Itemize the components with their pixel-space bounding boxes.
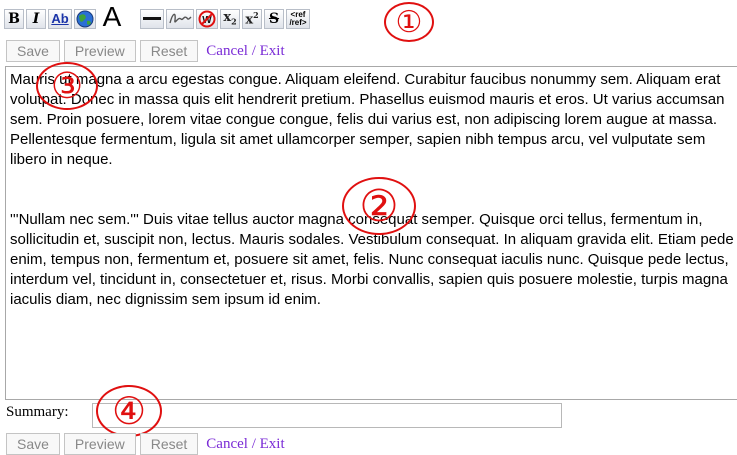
summary-input[interactable] [92, 403, 562, 428]
external-link-button[interactable] [74, 4, 96, 30]
preview-button[interactable]: Preview [63, 40, 136, 62]
subscript-button[interactable]: x2 [220, 4, 240, 30]
strikethrough-button[interactable]: S [264, 4, 284, 30]
signature-button[interactable] [166, 4, 194, 30]
superscript-button[interactable]: x2 [242, 4, 262, 30]
reset-button[interactable]: Reset [139, 40, 199, 62]
signature-icon [166, 8, 194, 29]
external-link-globe-icon [74, 8, 96, 29]
callout-1: ① [384, 2, 434, 42]
reset-button-bottom[interactable]: Reset [139, 433, 199, 455]
callout-4: ④ [96, 385, 162, 437]
nowiki-button[interactable]: W [196, 4, 218, 30]
svg-text:W: W [202, 15, 212, 26]
strikethrough-icon: S [264, 8, 284, 29]
bold-button[interactable]: B [4, 4, 24, 30]
top-action-bar: Save Preview Reset Cancel / Exit [6, 40, 285, 62]
editor-paragraph-1: Mauris ut magna a arcu egestas congue. A… [10, 71, 725, 168]
horizontal-rule-button[interactable] [140, 4, 164, 30]
bottom-action-bar: Save Preview Reset Cancel / Exit [6, 433, 285, 455]
italic-icon: I [26, 8, 46, 29]
cancel-exit-link-bottom[interactable]: Cancel / Exit [206, 436, 284, 453]
superscript-icon: x2 [242, 8, 262, 29]
editing-toolbar: B I Ab A W x2 x2 S <ref /ref> [0, 0, 737, 38]
reference-button[interactable]: <ref /ref> [286, 4, 310, 30]
subscript-icon: x2 [220, 8, 240, 29]
horizontal-rule-icon [140, 8, 164, 29]
headline-button[interactable]: A [98, 1, 126, 32]
callout-3: ③ [36, 62, 98, 110]
cancel-exit-link[interactable]: Cancel / Exit [206, 43, 284, 60]
headline-icon: A [102, 1, 122, 32]
reference-icon: <ref /ref> [286, 8, 310, 29]
italic-button[interactable]: I [26, 4, 46, 30]
summary-label: Summary: [6, 404, 69, 420]
save-button-bottom[interactable]: Save [6, 433, 60, 455]
internal-link-icon: Ab [48, 8, 72, 29]
save-button[interactable]: Save [6, 40, 60, 62]
preview-button-bottom[interactable]: Preview [63, 433, 136, 455]
nowiki-icon: W [196, 8, 218, 29]
internal-link-button[interactable]: Ab [48, 4, 72, 30]
bold-icon: B [4, 8, 24, 29]
callout-2: ② [342, 177, 416, 235]
